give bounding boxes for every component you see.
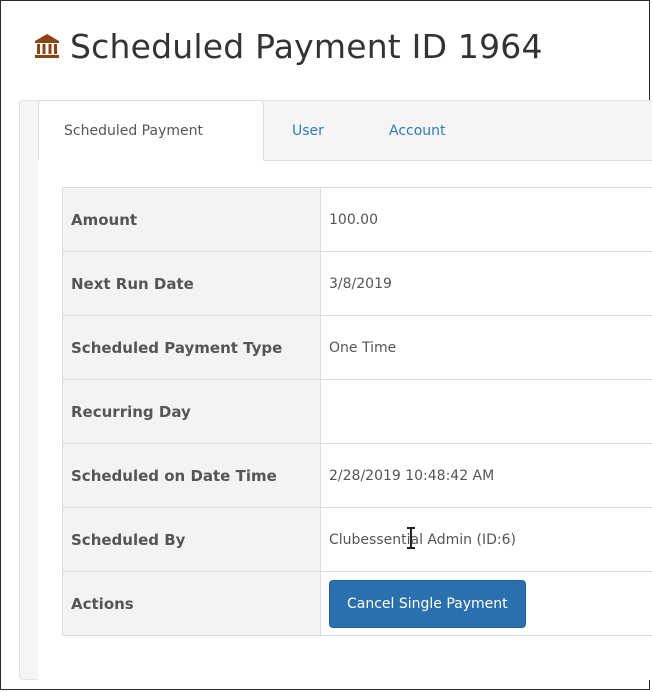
- row-label-scheduled-on: Scheduled on Date Time: [62, 443, 321, 508]
- row-value-next-run-date: 3/8/2019: [320, 251, 652, 316]
- row-label-recurring-day: Recurring Day: [62, 379, 321, 444]
- table-row: Scheduled By Clubessential Admin (ID:6): [62, 507, 652, 572]
- row-value-actions: Cancel Single Payment: [320, 571, 652, 636]
- row-label-payment-type: Scheduled Payment Type: [62, 315, 321, 380]
- page-title: Scheduled Payment ID 1964: [34, 22, 543, 70]
- table-row: Actions Cancel Single Payment: [62, 571, 652, 636]
- text-cursor-icon: [407, 527, 415, 549]
- row-value-amount: 100.00: [320, 187, 652, 252]
- table-row: Recurring Day: [62, 379, 652, 444]
- table-row: Scheduled Payment Type One Time: [62, 315, 652, 380]
- page-title-text: Scheduled Payment ID 1964: [70, 26, 543, 66]
- tab-user-label: User: [292, 122, 324, 139]
- details-table: Amount 100.00 Next Run Date 3/8/2019 Sch…: [62, 187, 652, 636]
- row-label-next-run-date: Next Run Date: [62, 251, 321, 316]
- row-label-amount: Amount: [62, 187, 321, 252]
- row-value-payment-type: One Time: [320, 315, 652, 380]
- row-label-scheduled-by: Scheduled By: [62, 507, 321, 572]
- tab-scheduled-payment[interactable]: Scheduled Payment: [38, 100, 264, 161]
- row-label-actions: Actions: [62, 571, 321, 636]
- row-value-scheduled-on: 2/28/2019 10:48:42 AM: [320, 443, 652, 508]
- row-value-scheduled-by: Clubessential Admin (ID:6): [320, 507, 652, 572]
- tab-account-label: Account: [389, 122, 446, 139]
- bank-icon: [35, 34, 59, 58]
- cancel-single-payment-button[interactable]: Cancel Single Payment: [329, 579, 526, 628]
- table-row: Scheduled on Date Time 2/28/2019 10:48:4…: [62, 443, 652, 508]
- row-value-recurring-day: [320, 379, 652, 444]
- table-row: Next Run Date 3/8/2019: [62, 251, 652, 316]
- tab-user[interactable]: User: [292, 100, 324, 161]
- tab-scheduled-payment-label: Scheduled Payment: [64, 122, 203, 139]
- table-row: Amount 100.00: [62, 187, 652, 252]
- tab-account[interactable]: Account: [389, 100, 446, 161]
